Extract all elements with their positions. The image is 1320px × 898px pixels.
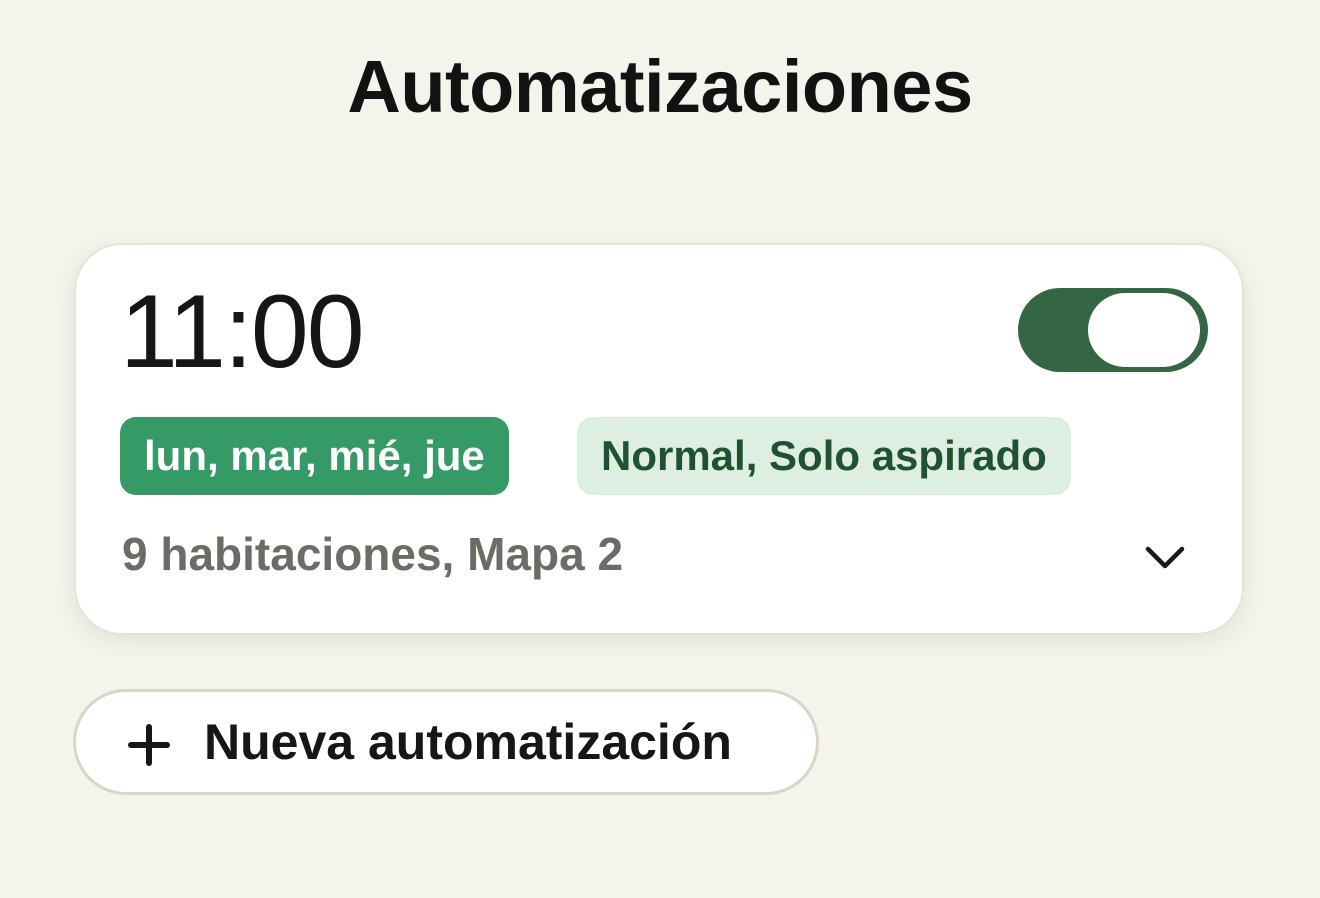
automation-enabled-toggle[interactable] <box>1018 288 1208 372</box>
automation-details: 9 habitaciones, Mapa 2 <box>122 528 624 580</box>
toggle-knob <box>1088 293 1200 367</box>
automation-card[interactable]: 11:00 lun, mar, mié, jue Normal, Solo as… <box>74 243 1244 635</box>
mode-chip: Normal, Solo aspirado <box>577 417 1071 495</box>
new-automation-button[interactable]: Nueva automatización <box>73 689 819 795</box>
new-automation-label: Nueva automatización <box>204 714 732 770</box>
chevron-down-icon[interactable] <box>1142 537 1188 577</box>
days-chip: lun, mar, mié, jue <box>120 417 509 495</box>
page-title: Automatizaciones <box>347 45 973 128</box>
automation-time: 11:00 <box>120 274 365 390</box>
plus-icon <box>128 724 170 766</box>
